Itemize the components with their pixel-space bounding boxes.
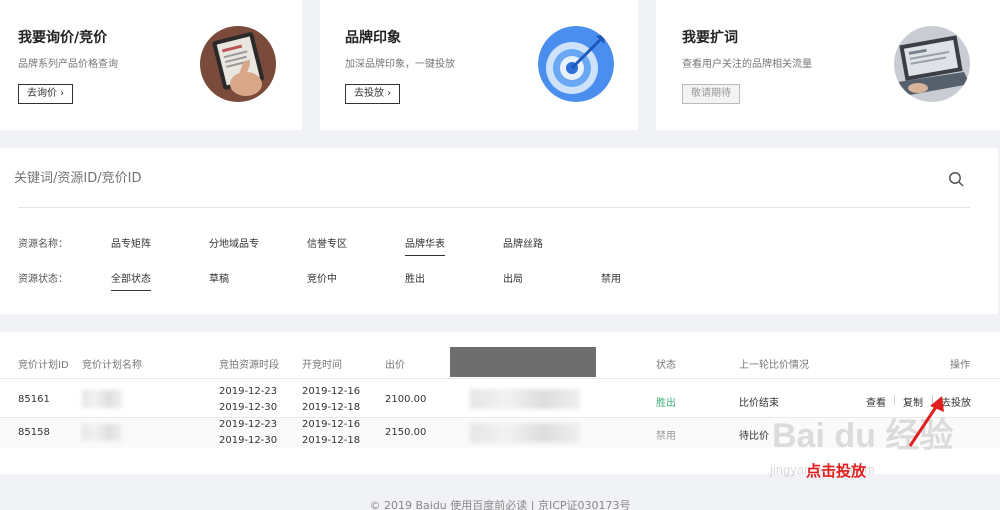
- filter-panel: 资源名称： 品专矩阵 分地域品专 信誉专区 品牌华表 品牌丝路 资源状态： 全部…: [0, 148, 998, 314]
- cell-id: 85161: [18, 394, 50, 405]
- row-divider: [0, 378, 1000, 379]
- feature-cards: 我要询价/竞价 品牌系列产品价格查询 去询价 › 品牌印象 加深品牌印象，一键投…: [0, 0, 1000, 130]
- cell-period-start: 2019-12-23: [219, 386, 278, 397]
- col-header-status: 状态: [656, 360, 676, 371]
- inquiry-button[interactable]: 去询价 ›: [18, 84, 74, 104]
- filter-status-option[interactable]: 胜出: [405, 270, 425, 290]
- arrow-annotation-icon: [908, 396, 944, 447]
- filter-name-option[interactable]: 信誉专区: [307, 235, 347, 255]
- cell-period-start: 2019-12-23: [219, 419, 278, 430]
- filter-name-option[interactable]: 品专矩阵: [111, 235, 151, 255]
- filter-status-option[interactable]: 禁用: [601, 270, 621, 290]
- col-header-period: 竞拍资源时段: [219, 360, 279, 371]
- cell-bid: 2150.00: [385, 427, 427, 438]
- col-header-ops: 操作: [950, 360, 970, 371]
- divider: [18, 207, 970, 208]
- col-header-id: 竞价计划ID: [18, 360, 69, 371]
- card-title: 我要询价/竞价: [18, 30, 108, 46]
- coming-soon-button[interactable]: 敬请期待: [682, 84, 740, 104]
- redacted-header: [450, 347, 596, 377]
- filter-status-option-selected[interactable]: 全部状态: [111, 270, 151, 291]
- redacted-name: [82, 390, 122, 408]
- cell-last-round: 待比价: [739, 431, 769, 442]
- cell-bid: 2100.00: [385, 394, 427, 405]
- resource-status-label: 资源状态：: [18, 274, 68, 285]
- cell-open-start: 2019-12-16: [302, 419, 361, 430]
- filter-name-option-selected[interactable]: 品牌华表: [405, 235, 445, 256]
- card-brand-impression: 品牌印象 加深品牌印象，一键投放 去投放 ›: [320, 0, 638, 130]
- cell-id: 85158: [18, 427, 50, 438]
- card-desc: 加深品牌印象，一键投放: [345, 59, 455, 70]
- resource-name-label: 资源名称：: [18, 239, 68, 250]
- cell-open-end: 2019-12-18: [302, 435, 361, 446]
- op-separator: [894, 395, 895, 405]
- cell-period-end: 2019-12-30: [219, 435, 278, 446]
- search-input[interactable]: [14, 164, 934, 192]
- filter-status-option[interactable]: 竞价中: [307, 270, 337, 290]
- filter-name-option[interactable]: 品牌丝路: [503, 235, 543, 255]
- card-expand-keywords: 我要扩词 查看用户关注的品牌相关流量 敬请期待: [656, 0, 1000, 130]
- filter-name-option[interactable]: 分地域品专: [209, 235, 259, 255]
- laptop-image: [894, 26, 970, 102]
- col-header-bid: 出价: [385, 360, 405, 371]
- launch-button[interactable]: 去投放 ›: [345, 84, 401, 104]
- status-badge: 胜出: [656, 398, 676, 409]
- card-desc: 查看用户关注的品牌相关流量: [682, 59, 812, 70]
- redacted-resource: [470, 423, 580, 443]
- cell-open-end: 2019-12-18: [302, 402, 361, 413]
- cell-open-start: 2019-12-16: [302, 386, 361, 397]
- status-badge: 禁用: [656, 431, 676, 442]
- col-header-last-round: 上一轮比价情况: [739, 360, 809, 371]
- card-inquiry: 我要询价/竞价 品牌系列产品价格查询 去询价 ›: [0, 0, 302, 130]
- card-title: 品牌印象: [345, 30, 401, 46]
- card-title: 我要扩词: [682, 30, 738, 46]
- col-header-name: 竞价计划名称: [82, 360, 142, 371]
- search-icon[interactable]: [948, 171, 964, 187]
- cell-last-round: 比价结束: [739, 398, 779, 409]
- view-link[interactable]: 查看: [866, 394, 886, 409]
- col-header-open-time: 开竞时间: [302, 360, 342, 371]
- redacted-resource: [470, 389, 580, 409]
- target-image: [538, 26, 614, 102]
- redacted-name: [82, 424, 122, 441]
- card-desc: 品牌系列产品价格查询: [18, 59, 118, 70]
- cell-period-end: 2019-12-30: [219, 402, 278, 413]
- click-launch-annotation: 点击投放: [806, 462, 867, 480]
- tablet-hand-image: [200, 26, 276, 102]
- filter-status-option[interactable]: 出局: [503, 270, 523, 290]
- footer: © 2019 Baidu 使用百度前必读 | 京ICP证030173号: [369, 499, 631, 510]
- filter-status-option[interactable]: 草稿: [209, 270, 229, 290]
